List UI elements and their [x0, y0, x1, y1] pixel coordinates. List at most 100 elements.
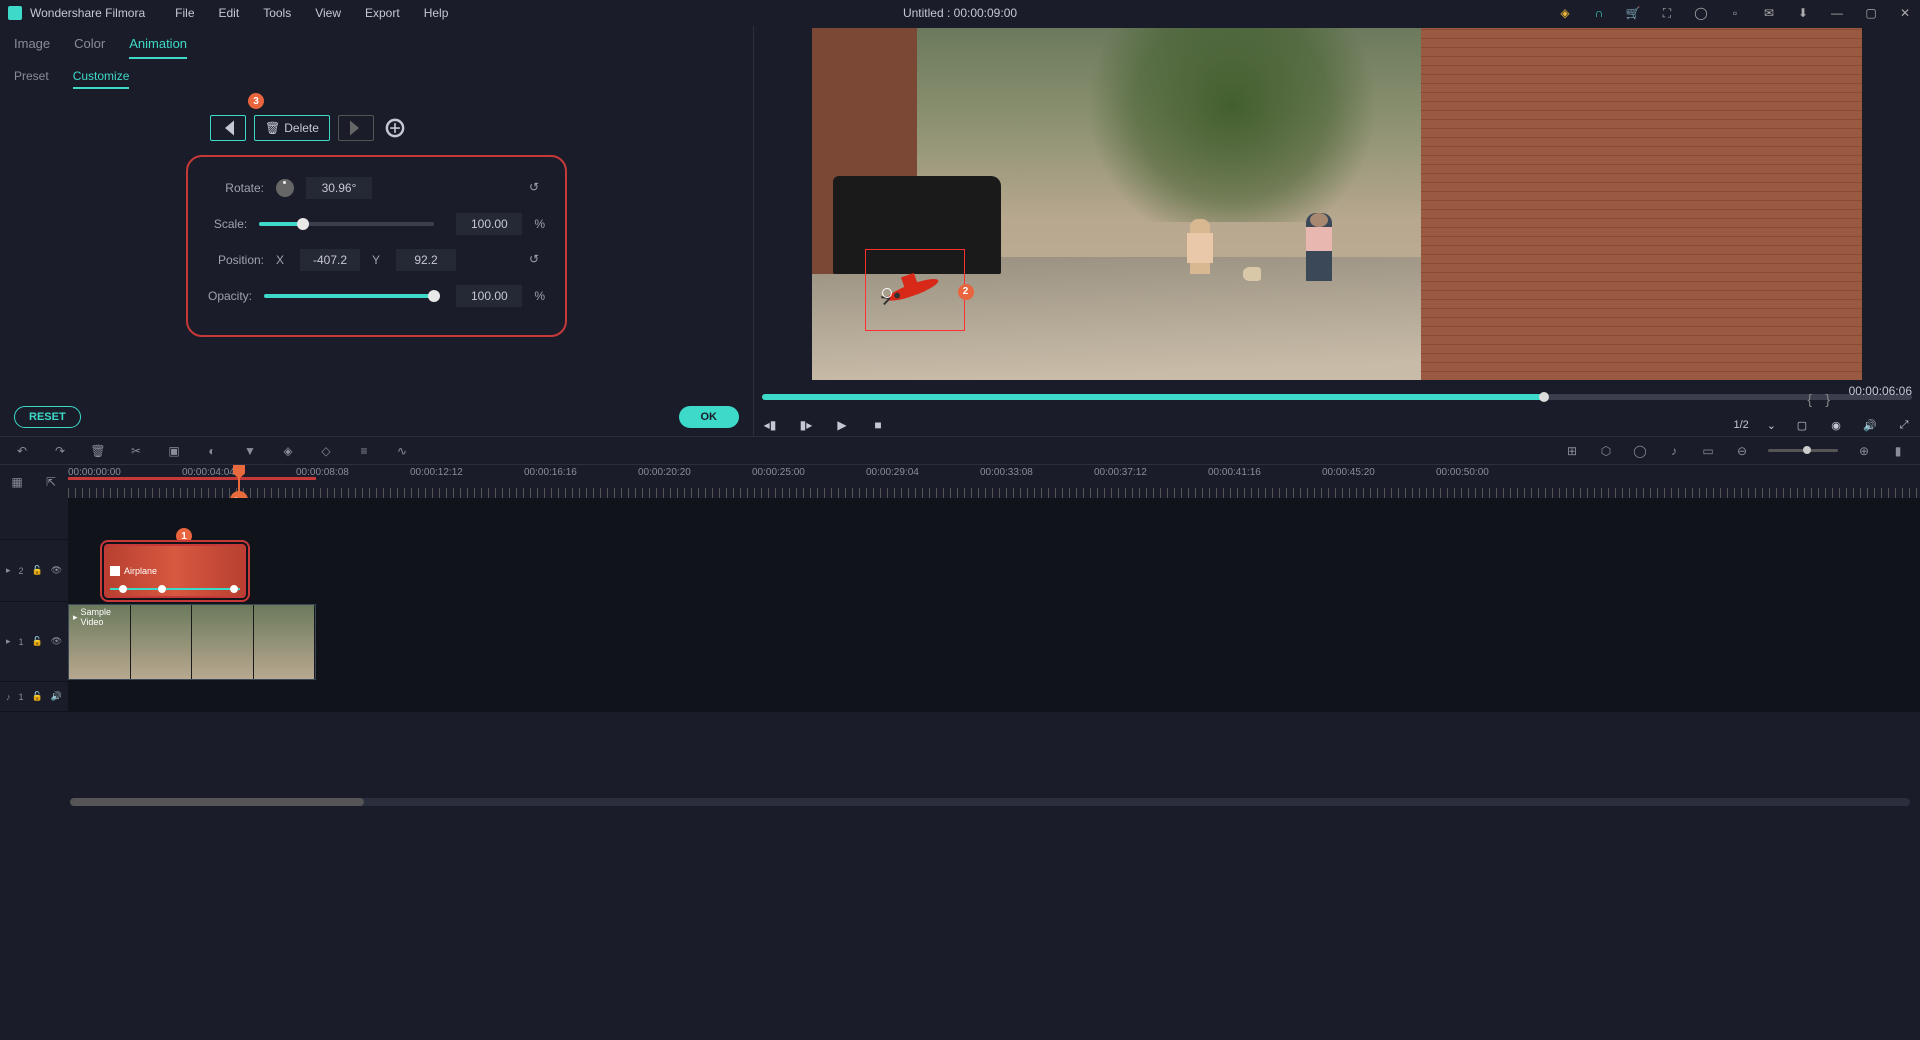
- redo-icon[interactable]: ↷: [52, 443, 68, 459]
- clip-keyframe-lane[interactable]: [110, 584, 240, 594]
- tab-color[interactable]: Color: [74, 36, 105, 59]
- rotate-input[interactable]: [306, 177, 372, 199]
- save-icon[interactable]: ▫: [1728, 6, 1742, 20]
- mark-in-icon[interactable]: {: [1807, 391, 1812, 407]
- maximize-icon[interactable]: ▢: [1864, 6, 1878, 20]
- cart-icon[interactable]: 🛒: [1626, 6, 1640, 20]
- close-icon[interactable]: ✕: [1898, 6, 1912, 20]
- color-icon[interactable]: ▼: [242, 443, 258, 459]
- menu-edit[interactable]: Edit: [219, 6, 240, 20]
- adjust-icon[interactable]: ≡: [356, 443, 372, 459]
- zoom-ratio[interactable]: 1/2: [1733, 419, 1748, 431]
- preview-scrubber[interactable]: { }: [762, 394, 1912, 400]
- track-lock-icon[interactable]: 🔓: [32, 636, 43, 647]
- prev-keyframe-button[interactable]: [210, 115, 246, 141]
- track-lock-icon[interactable]: 🔓: [32, 691, 43, 702]
- playhead[interactable]: ✂: [238, 465, 240, 498]
- fullscreen-icon[interactable]: ⤢: [1896, 419, 1912, 432]
- track-label-1: 1: [19, 637, 24, 647]
- menu-view[interactable]: View: [315, 6, 341, 20]
- zoom-out-icon[interactable]: ⊖: [1734, 443, 1750, 459]
- tab-image[interactable]: Image: [14, 36, 50, 59]
- play-button[interactable]: ▶: [834, 418, 850, 432]
- music-icon[interactable]: ♪: [1666, 443, 1682, 459]
- next-keyframe-button[interactable]: [338, 115, 374, 141]
- minimize-icon[interactable]: —: [1830, 6, 1844, 20]
- timeline-ruler-row: ▦ ⇱ 00:00:00:0000:00:04:0400:00:08:0800:…: [0, 464, 1920, 498]
- track-mute-icon[interactable]: 🔊: [51, 691, 62, 702]
- subtab-preset[interactable]: Preset: [14, 69, 49, 89]
- position-y-input[interactable]: [396, 249, 456, 271]
- mark-out-icon[interactable]: }: [1825, 391, 1830, 407]
- track-visibility-icon[interactable]: 👁: [51, 565, 62, 576]
- reset-button[interactable]: RESET: [14, 406, 81, 428]
- position-x-input[interactable]: [300, 249, 360, 271]
- add-keyframe-button[interactable]: [382, 115, 408, 141]
- menu-file[interactable]: File: [175, 6, 194, 20]
- gift-icon[interactable]: ⛶: [1660, 6, 1674, 20]
- step-forward-button[interactable]: ▮▸: [798, 418, 814, 432]
- opacity-slider[interactable]: [264, 294, 434, 298]
- keyframe-icon[interactable]: ◇: [318, 443, 334, 459]
- menu-help[interactable]: Help: [424, 6, 449, 20]
- top-tabs: Image Color Animation: [0, 26, 753, 59]
- track-head-1: ▸ 1 🔓 👁: [0, 602, 68, 681]
- delete-icon[interactable]: 🗑: [90, 443, 106, 459]
- menu-export[interactable]: Export: [365, 6, 400, 20]
- display-icon[interactable]: ▢: [1794, 419, 1810, 432]
- timeline-ruler[interactable]: 00:00:00:0000:00:04:0400:00:08:0800:00:1…: [68, 465, 1920, 498]
- stop-button[interactable]: ■: [870, 418, 886, 432]
- zoom-fit-icon[interactable]: ▮: [1890, 443, 1906, 459]
- tips-icon[interactable]: ◈: [1558, 6, 1572, 20]
- rotate-reset-icon[interactable]: ↺: [529, 180, 545, 196]
- greenscreen-icon[interactable]: ◈: [280, 443, 296, 459]
- delete-keyframe-button[interactable]: 🗑 Delete: [254, 115, 330, 141]
- clip-sample-video[interactable]: ▸Sample Video: [68, 604, 316, 680]
- tab-animation[interactable]: Animation: [129, 36, 187, 59]
- properties-panel: Image Color Animation Preset Customize 🗑…: [0, 26, 754, 436]
- audio-icon[interactable]: ∿: [394, 443, 410, 459]
- mixer-icon[interactable]: ⊞: [1564, 443, 1580, 459]
- crop-icon[interactable]: ▣: [166, 443, 182, 459]
- split-icon[interactable]: ✂: [128, 443, 144, 459]
- selection-overlay[interactable]: 2: [865, 249, 965, 331]
- marker-icon[interactable]: ⬡: [1598, 443, 1614, 459]
- main-area: Image Color Animation Preset Customize 🗑…: [0, 26, 1920, 436]
- menu-tools[interactable]: Tools: [263, 6, 291, 20]
- ruler-label: 00:00:45:20: [1322, 467, 1375, 478]
- opacity-input[interactable]: [456, 285, 522, 307]
- track-lock-icon[interactable]: 🔓: [32, 565, 43, 576]
- step-back-button[interactable]: ◂▮: [762, 418, 778, 432]
- preview-viewport[interactable]: 2: [812, 28, 1862, 380]
- zoom-slider[interactable]: [1768, 449, 1838, 452]
- track-expand-icon[interactable]: ⇱: [43, 474, 59, 490]
- zoom-chevron-icon[interactable]: ⌄: [1767, 419, 1776, 432]
- ruler-label: 00:00:00:00: [68, 467, 121, 478]
- trash-icon: 🗑: [265, 121, 280, 135]
- clip-name: Airplane: [124, 566, 157, 576]
- account-icon[interactable]: ◯: [1694, 6, 1708, 20]
- clip-airplane[interactable]: Airplane: [104, 544, 246, 598]
- zoom-in-icon[interactable]: ⊕: [1856, 443, 1872, 459]
- timeline-scrollbar[interactable]: [70, 798, 1910, 806]
- volume-icon[interactable]: 🔊: [1862, 419, 1878, 432]
- scale-slider[interactable]: [259, 222, 434, 226]
- titlebar-right: ◈ ∩ 🛒 ⛶ ◯ ▫ ✉ ⬇ — ▢ ✕: [1558, 6, 1912, 20]
- scale-input[interactable]: [456, 213, 522, 235]
- record-icon[interactable]: ◯: [1632, 443, 1648, 459]
- undo-icon[interactable]: ↶: [14, 443, 30, 459]
- download-icon[interactable]: ⬇: [1796, 6, 1810, 20]
- support-icon[interactable]: ∩: [1592, 6, 1606, 20]
- ruler-label: 00:00:33:08: [980, 467, 1033, 478]
- position-reset-icon[interactable]: ↺: [529, 252, 545, 268]
- speed-icon[interactable]: ◐: [204, 443, 220, 459]
- rotate-knob[interactable]: [276, 179, 294, 197]
- track-visibility-icon[interactable]: 👁: [51, 636, 62, 647]
- ok-button[interactable]: OK: [679, 406, 740, 428]
- track-menu-icon[interactable]: ▦: [9, 474, 25, 490]
- snapshot-icon[interactable]: ◉: [1828, 419, 1844, 432]
- message-icon[interactable]: ✉: [1762, 6, 1776, 20]
- subtab-customize[interactable]: Customize: [73, 69, 130, 89]
- anchor-point-icon[interactable]: [882, 288, 892, 298]
- render-icon[interactable]: ▭: [1700, 443, 1716, 459]
